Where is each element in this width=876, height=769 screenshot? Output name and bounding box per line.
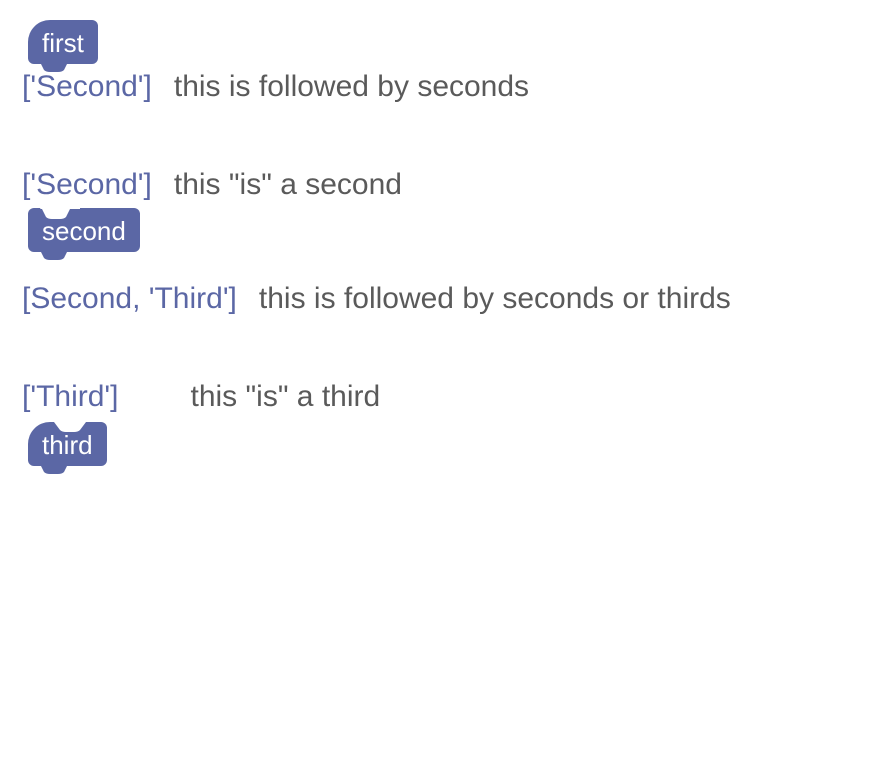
entry-row: [Second, 'Third'] this is followed by se… [22,282,854,316]
entry-description: this is followed by seconds [174,70,854,104]
tag-label: ['Second'] [22,168,174,202]
block-first-label: first [28,20,98,64]
block-third[interactable]: third [28,422,854,466]
entry-description: this is followed by seconds or thirds [259,282,854,316]
block-second-label: second [28,208,140,252]
tag-label: [Second, 'Third'] [22,282,259,316]
tag-label: ['Second'] [22,70,174,104]
entry-row: ['Third'] this "is" a third [22,380,854,414]
block-first[interactable]: first [28,20,854,64]
entry-row: ['Second'] this "is" a second [22,168,854,202]
block-second[interactable]: second [28,208,854,252]
entry-description: this "is" a third [190,380,854,414]
block-third-label: third [28,422,107,466]
entry-description: this "is" a second [174,168,854,202]
entry-row: ['Second'] this is followed by seconds [22,70,854,104]
tag-label: ['Third'] [22,380,190,414]
